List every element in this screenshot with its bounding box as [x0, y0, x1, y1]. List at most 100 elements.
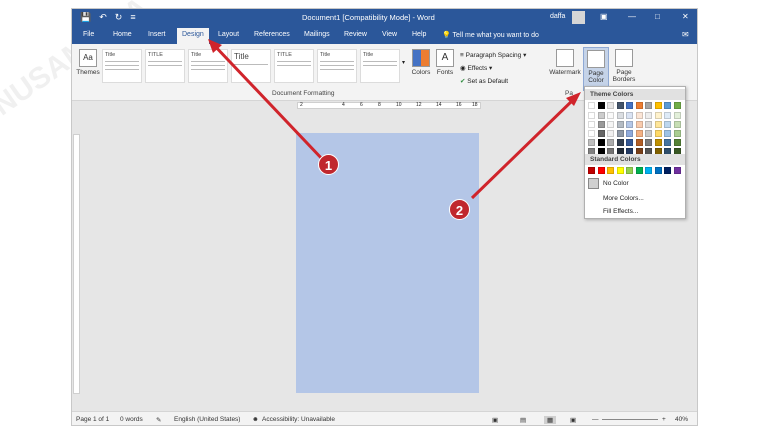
avatar[interactable] [572, 11, 585, 24]
tab-view[interactable]: View [382, 31, 397, 38]
comments-icon[interactable]: ✉ [682, 30, 689, 39]
theme-color-swatch[interactable] [635, 112, 643, 119]
colors-button[interactable]: Colors [410, 49, 432, 76]
ribbon-display-icon[interactable]: ▣ [600, 12, 608, 21]
more-colors-option[interactable]: More Colors... [603, 195, 644, 202]
theme-color-swatch[interactable] [664, 102, 671, 109]
undo-icon[interactable]: ↶ [99, 12, 107, 23]
standard-color-swatch[interactable] [626, 167, 633, 174]
theme-color-swatch[interactable] [664, 121, 671, 128]
theme-color-swatch[interactable] [654, 121, 662, 128]
standard-color-swatch[interactable] [616, 167, 624, 174]
style-set-item[interactable]: Title [231, 49, 271, 83]
tab-review[interactable]: Review [344, 31, 367, 38]
standard-color-swatch[interactable] [607, 167, 614, 174]
theme-color-swatch[interactable] [673, 102, 681, 109]
tell-me-search[interactable]: 💡 Tell me what you want to do [442, 31, 539, 39]
theme-color-swatch[interactable] [673, 112, 681, 119]
vertical-ruler[interactable] [73, 134, 80, 394]
proofing-icon[interactable]: ✎ [156, 416, 161, 424]
standard-color-swatch[interactable] [588, 167, 595, 174]
theme-color-swatch[interactable] [626, 121, 633, 128]
theme-color-swatch[interactable] [597, 121, 605, 128]
accessibility-icon[interactable]: ☻ [252, 416, 259, 423]
theme-color-swatch[interactable] [607, 139, 614, 146]
theme-color-swatch[interactable] [616, 102, 624, 109]
theme-color-swatch[interactable] [607, 102, 614, 109]
theme-color-swatch[interactable] [635, 102, 643, 109]
minimize-icon[interactable]: — [628, 12, 636, 21]
theme-color-swatch[interactable] [616, 112, 624, 119]
page-color-button[interactable]: Page Color [583, 47, 609, 91]
theme-color-swatch[interactable] [616, 130, 624, 137]
standard-color-swatch[interactable] [635, 167, 643, 174]
horizontal-ruler[interactable]: 2 4 6 8 10 12 14 16 18 [297, 102, 481, 109]
theme-color-swatch[interactable] [626, 139, 633, 146]
standard-color-swatch[interactable] [645, 167, 652, 174]
theme-color-swatch[interactable] [645, 139, 652, 146]
watermark-button[interactable]: Watermark [548, 49, 582, 76]
theme-color-swatch[interactable] [654, 102, 662, 109]
theme-color-swatch[interactable] [635, 139, 643, 146]
maximize-icon[interactable]: □ [655, 12, 660, 21]
zoom-in-icon[interactable]: + [662, 416, 666, 423]
theme-color-swatch[interactable] [588, 130, 595, 137]
theme-color-swatch[interactable] [607, 121, 614, 128]
zoom-out-icon[interactable]: — [592, 416, 599, 423]
theme-color-swatch[interactable] [607, 112, 614, 119]
theme-color-swatch[interactable] [588, 139, 595, 146]
standard-color-swatch[interactable] [673, 167, 681, 174]
paragraph-spacing-button[interactable]: ≡ Paragraph Spacing ▾ [460, 51, 526, 59]
web-layout-icon[interactable]: ▣ [570, 416, 576, 424]
fill-effects-option[interactable]: Fill Effects... [603, 208, 638, 215]
style-set-item[interactable]: Title [360, 49, 400, 83]
tab-help[interactable]: Help [412, 31, 426, 38]
theme-color-swatch[interactable] [626, 112, 633, 119]
standard-color-swatch[interactable] [597, 167, 605, 174]
language[interactable]: English (United States) [174, 416, 240, 423]
theme-color-swatch[interactable] [673, 121, 681, 128]
theme-color-swatch[interactable] [654, 112, 662, 119]
theme-color-swatch[interactable] [597, 112, 605, 119]
redo-icon[interactable]: ↻ [115, 12, 123, 23]
close-icon[interactable]: ✕ [682, 12, 689, 21]
theme-color-swatch[interactable] [645, 102, 652, 109]
theme-color-swatch[interactable] [588, 102, 595, 109]
theme-color-swatch[interactable] [635, 121, 643, 128]
tab-file[interactable]: File [83, 31, 94, 38]
theme-color-swatch[interactable] [654, 139, 662, 146]
fonts-button[interactable]: A Fonts [434, 49, 456, 76]
theme-color-swatch[interactable] [626, 130, 633, 137]
save-icon[interactable]: 💾 [80, 12, 91, 23]
tab-references[interactable]: References [254, 31, 290, 38]
theme-color-swatch[interactable] [616, 139, 624, 146]
tab-design[interactable]: Design [177, 28, 209, 44]
theme-color-swatch[interactable] [607, 130, 614, 137]
focus-icon[interactable]: ▣ [492, 416, 498, 424]
theme-color-swatch[interactable] [664, 112, 671, 119]
theme-color-swatch[interactable] [597, 139, 605, 146]
tab-home[interactable]: Home [113, 31, 132, 38]
gallery-scroll-icon[interactable]: ▾ [402, 59, 405, 66]
theme-color-swatch[interactable] [588, 112, 595, 119]
tab-layout[interactable]: Layout [218, 31, 239, 38]
theme-color-swatch[interactable] [673, 130, 681, 137]
theme-color-swatch[interactable] [645, 112, 652, 119]
print-layout-icon[interactable]: ▦ [544, 416, 557, 424]
theme-color-swatch[interactable] [626, 102, 633, 109]
standard-color-swatch[interactable] [654, 167, 662, 174]
zoom-slider[interactable] [602, 419, 658, 420]
themes-button[interactable]: Aa Themes [76, 49, 100, 76]
theme-color-swatch[interactable] [616, 121, 624, 128]
customize-icon[interactable]: ≡ [130, 12, 135, 23]
theme-color-swatch[interactable] [664, 139, 671, 146]
no-color-option[interactable]: No Color [603, 180, 629, 187]
page-borders-button[interactable]: Page Borders [611, 49, 637, 83]
standard-color-swatch[interactable] [664, 167, 671, 174]
read-mode-icon[interactable]: ▤ [520, 416, 526, 424]
theme-color-swatch[interactable] [597, 102, 605, 109]
theme-color-swatch[interactable] [597, 130, 605, 137]
page-count[interactable]: Page 1 of 1 [76, 416, 109, 423]
theme-color-swatch[interactable] [673, 139, 681, 146]
style-set-item[interactable]: TITLE [274, 49, 314, 83]
